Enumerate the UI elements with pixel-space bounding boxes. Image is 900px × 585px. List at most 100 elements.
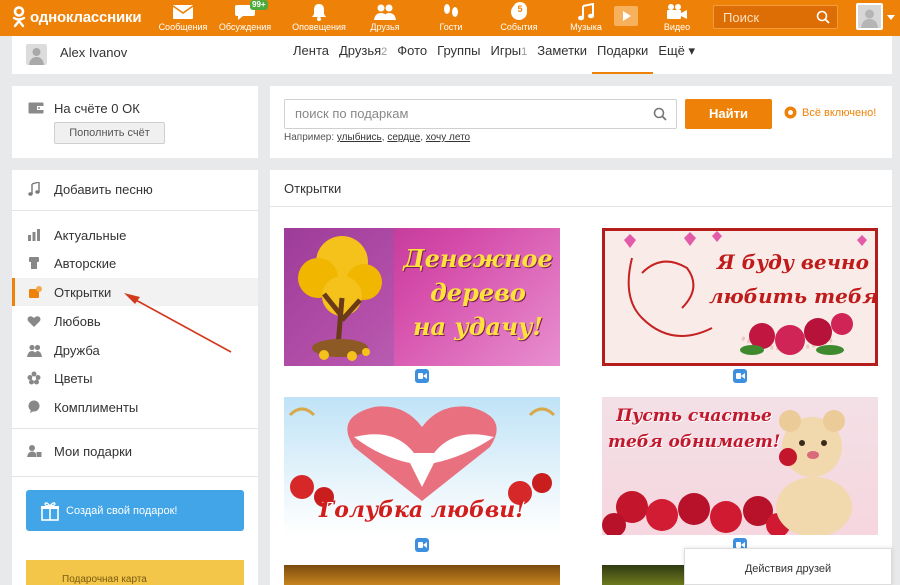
sidebar-item-label: Открытки [54,284,112,300]
nav-music[interactable]: Музыка [556,0,616,32]
postcard-icon [29,286,42,298]
all-included-icon [784,106,797,119]
section-title: Открытки [284,181,342,196]
top-up-button[interactable]: Пополнить счёт [54,122,165,144]
sidebar-item-author[interactable]: Авторские [12,249,258,277]
sidebar-item-label: Дружба [54,342,100,358]
nav-label: События [500,22,538,32]
profile-menu-caret-icon[interactable] [887,15,895,20]
tab-gifts[interactable]: Подарки [592,36,654,74]
sidebar-item-label: Актуальные [54,227,127,243]
bell-icon [312,4,326,21]
tab-games[interactable]: Игры1 [485,36,532,74]
all-included-link[interactable]: Всё включено! [784,106,876,119]
my-gifts-icon [26,445,41,457]
gift-categories-sidebar: Добавить песню Актуальные Авторские Откр… [12,170,258,585]
postcard-partial[interactable] [284,565,560,585]
nav-messages[interactable]: Сообщения [153,0,213,32]
tab-friends[interactable]: Друзья2 [334,36,392,74]
tab-notes[interactable]: Заметки [532,36,592,74]
example-link[interactable]: хочу лето [426,132,470,143]
sidebar-item-compliments[interactable]: Комплименты [12,393,258,421]
find-button[interactable]: Найти [685,99,772,129]
caption-line: Денежное [403,244,553,273]
profile-avatar[interactable] [856,3,883,30]
top-search[interactable] [713,5,838,29]
music-note-icon [578,3,594,21]
nav-notifications[interactable]: Оповещения [289,0,349,32]
postcard-caption: Пусть счастье тебя обнимает! [608,403,780,455]
nav-events[interactable]: 5 События [489,0,549,32]
sidebar-item-love[interactable]: Любовь [12,307,258,335]
tab-count: 2 [381,46,388,58]
nav-guests[interactable]: Гости [421,0,481,32]
create-gift-button[interactable]: Создай свой подарок! [26,490,244,531]
sidebar-item-flowers[interactable]: Цветы [12,364,258,392]
postcard-money-tree[interactable]: Денежное дерево на удачу! [284,228,560,366]
postcards-panel: Открытки Денежное дерево на удачу! Я буд… [270,170,892,585]
events-badge: 5 [513,2,527,16]
divider [270,206,892,207]
envelope-icon [172,5,194,19]
postcard-happiness-hug[interactable]: Пусть счастье тебя обнимает! [602,397,878,535]
gift-icon [41,501,59,521]
compliment-icon [28,400,40,413]
video-badge-icon [415,538,429,552]
example-link[interactable]: улыбнись [337,132,382,143]
top-navigation-bar: одноклассники Сообщения 99+ Обсуждения О… [0,0,900,36]
top-search-input[interactable] [714,6,814,29]
tab-label: Ещё ▾ [658,43,696,58]
discussions-badge: 99+ [250,0,268,10]
friends-activity-panel[interactable]: Действия друзей [684,548,892,585]
site-logo[interactable]: одноклассники [12,6,142,28]
caption-line: Я буду вечно [717,250,869,274]
tab-label: Лента [293,43,329,58]
postcard-love-forever[interactable]: Я буду вечно любить тебя! [602,228,878,366]
tab-label: Игры [490,43,522,58]
footprints-icon [444,4,458,17]
tab-label: Заметки [537,43,588,58]
my-gifts-label: Мои подарки [54,443,133,459]
tab-groups[interactable]: Группы [432,36,485,74]
tab-label: Группы [437,43,481,58]
gift-card-promo[interactable]: Подарочная карта [26,560,244,585]
divider [12,428,258,429]
search-examples: Например: улыбнись, сердце, хочу лето [284,132,471,143]
nav-label: Гости [439,22,463,32]
tab-more[interactable]: Ещё ▾ [653,36,700,74]
sidebar-item-postcards[interactable]: Открытки [12,278,258,306]
my-gifts-item[interactable]: Мои подарки [12,437,258,465]
profile-bar: Alex Ivanov Лента Друзья2 Фото Группы Иг… [12,36,892,74]
create-gift-label: Создай свой подарок! [66,504,178,517]
user-avatar[interactable] [26,44,47,65]
tab-photos[interactable]: Фото [392,36,432,74]
money-tree-illustration [284,228,394,366]
sidebar-item-actual[interactable]: Актуальные [12,221,258,249]
profile-tabs: Лента Друзья2 Фото Группы Игры1 Заметки … [288,36,700,74]
tab-count: 1 [521,46,528,58]
tab-feed[interactable]: Лента [288,36,334,74]
postcard-dove-of-love[interactable]: Голубка любви! [284,397,560,535]
balance-text: На счёте 0 ОК [54,101,140,116]
caption-line: дерево [430,278,526,307]
video-play-icon[interactable] [614,6,638,26]
add-song-item[interactable]: Добавить песню [12,175,258,203]
add-song-label: Добавить песню [54,181,153,197]
gift-search-box[interactable] [284,99,677,129]
caption-line: Пусть счастье [616,406,772,426]
search-icon[interactable] [653,107,667,121]
ok-logo-icon [12,6,26,28]
author-icon [29,257,39,269]
gift-search-input[interactable] [285,100,645,127]
nav-video[interactable]: Видео [647,0,707,32]
nav-friends[interactable]: Друзья [355,0,415,32]
postcard-caption: Денежное дерево на удачу! [396,242,560,344]
user-name[interactable]: Alex Ivanov [60,45,127,60]
search-icon[interactable] [816,10,830,24]
example-link[interactable]: сердце [387,132,420,143]
video-camera-icon [667,4,687,19]
sidebar-item-friendship[interactable]: Дружба [12,336,258,364]
heart-icon [27,315,41,327]
nav-discussions[interactable]: 99+ Обсуждения [215,0,275,32]
friendship-icon [26,344,42,357]
